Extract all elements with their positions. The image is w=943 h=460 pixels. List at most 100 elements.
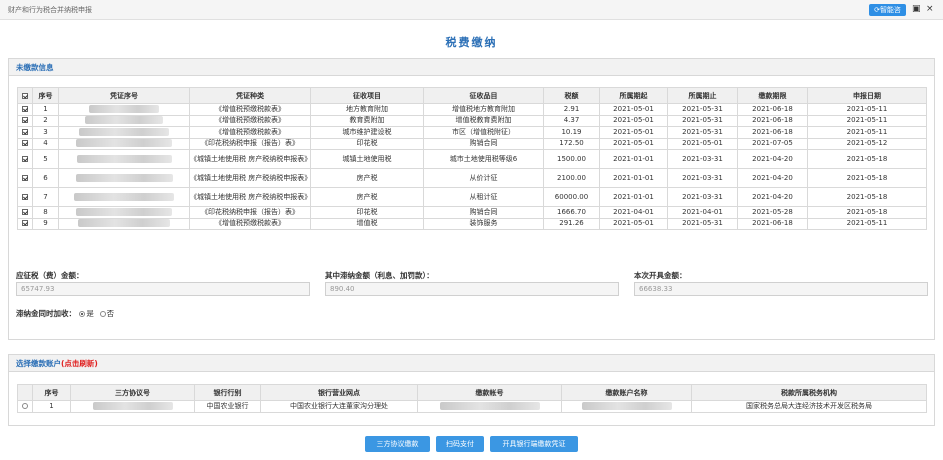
- cell-tax-item: 房产税: [310, 168, 424, 188]
- table-row[interactable]: 7 《城镇土地使用税 房产税纳税申报表》 房产税 从租计征 60000.00 2…: [17, 187, 927, 207]
- cell-tax-subitem: 增值税教育费附加: [423, 114, 544, 127]
- table-row[interactable]: 4 《印花税纳税申报（报告）表》 印花税 购销合同 172.50 2021-05…: [17, 137, 927, 150]
- cell-seq: 6: [32, 168, 59, 188]
- cell-bank: 中国农业银行: [194, 400, 261, 413]
- account-table: 序号 三方协议号 银行行别 银行营业网点 缴款帐号 缴款账户名称 税款所属税务机…: [17, 384, 927, 413]
- cell-voucher-type: 《增值税预缴税款表》: [189, 126, 311, 139]
- cell-period-end: 2021-05-31: [667, 114, 738, 127]
- cell-period-end: 2021-03-31: [667, 149, 738, 169]
- table-row[interactable]: 5 《城镇土地使用税 房产税纳税申报表》 城镇土地使用税 城市土地使用税等级6 …: [17, 149, 927, 169]
- late-fee-radio-group: 滞纳金同时加收： 是 否: [16, 308, 114, 319]
- row-checkbox-cell[interactable]: [17, 187, 33, 207]
- late-fee-no-label[interactable]: 否: [107, 309, 115, 318]
- unpaid-table: 序号 凭证序号 凭证种类 征收项目 征收品目 税额 所属期起 所属期止 缴款期限…: [17, 87, 927, 230]
- row-checkbox[interactable]: [22, 220, 28, 227]
- row-checkbox-cell[interactable]: [17, 217, 33, 230]
- late-fee-yes-label[interactable]: 是: [86, 309, 94, 318]
- cell-period-start: 2021-05-01: [599, 217, 668, 230]
- cell-tax-item: 房产税: [310, 187, 424, 207]
- col-bank: 银行行别: [194, 384, 261, 401]
- tripartite-pay-button[interactable]: 三方协议缴款: [365, 436, 430, 452]
- cell-tax-office: 国家税务总局大连经济技术开发区税务局: [691, 400, 927, 413]
- bank-voucher-button[interactable]: 开具银行端缴款凭证: [490, 436, 578, 452]
- row-checkbox[interactable]: [22, 128, 28, 135]
- cell-deadline: 2021-04-20: [737, 187, 808, 207]
- account-header[interactable]: 选择缴款账户(点击刷新): [9, 355, 934, 372]
- scan-pay-button[interactable]: 扫码支付: [436, 436, 484, 452]
- col-account-name: 缴款账户名称: [561, 384, 692, 401]
- redacted-voucher-no: [85, 116, 163, 125]
- smart-assistant-label: 智能咨: [879, 6, 901, 14]
- col-tax-subitem: 征收品目: [423, 87, 544, 104]
- cell-voucher-no: [58, 126, 190, 139]
- cell-deadline: 2021-06-18: [737, 103, 808, 116]
- cell-seq: 5: [32, 149, 59, 169]
- cell-voucher-no: [58, 217, 190, 230]
- cell-deadline: 2021-04-20: [737, 149, 808, 169]
- cell-deadline: 2021-05-28: [737, 206, 808, 219]
- cell-tax-amount: 2100.00: [543, 168, 600, 188]
- cell-account-name: [561, 400, 692, 413]
- row-checkbox[interactable]: [22, 155, 28, 162]
- table-row[interactable]: 1 《增值税预缴税款表》 地方教育附加 增值税地方教育附加 2.91 2021-…: [17, 103, 927, 116]
- account-row[interactable]: 1 中国农业银行 中国农业银行大连董家沟分理处 国家税务总局大连经济技术开发区税…: [17, 400, 927, 413]
- col-radio: [17, 384, 33, 401]
- cell-tax-item: 印花税: [310, 206, 424, 219]
- cell-period-end: 2021-05-01: [667, 137, 738, 150]
- cell-declare-date: 2021-05-18: [807, 187, 927, 207]
- row-checkbox-cell[interactable]: [17, 137, 33, 150]
- row-checkbox[interactable]: [22, 140, 28, 147]
- cell-seq: 2: [32, 114, 59, 127]
- col-tax-item: 征收项目: [310, 87, 424, 104]
- payable-amount-label: 应征税（费）金额：: [16, 271, 84, 280]
- cell-period-end: 2021-05-31: [667, 103, 738, 116]
- cell-voucher-no: [58, 114, 190, 127]
- payable-amount-field: 65747.93: [16, 282, 310, 296]
- cell-tax-subitem: 从价计征: [423, 168, 544, 188]
- row-checkbox[interactable]: [22, 117, 28, 124]
- row-checkbox-cell[interactable]: [17, 149, 33, 169]
- cell-tax-item: 增值税: [310, 217, 424, 230]
- invoice-amount-label: 本次开具金额：: [634, 271, 687, 280]
- cell-agreement-no: [70, 400, 195, 413]
- redacted-voucher-no: [89, 104, 159, 113]
- row-checkbox-cell[interactable]: [17, 114, 33, 127]
- cell-period-end: 2021-04-01: [667, 206, 738, 219]
- row-checkbox[interactable]: [22, 174, 28, 181]
- table-row[interactable]: 8 《印花税纳税申报（报告）表》 印花税 购销合同 1666.70 2021-0…: [17, 206, 927, 219]
- cell-tax-item: 城镇土地使用税: [310, 149, 424, 169]
- table-row[interactable]: 6 《城镇土地使用税 房产税纳税申报表》 房产税 从价计征 2100.00 20…: [17, 168, 927, 188]
- late-fee-no-radio[interactable]: [99, 311, 106, 317]
- row-checkbox[interactable]: [22, 193, 28, 200]
- row-checkbox-cell[interactable]: [17, 206, 33, 219]
- cell-period-start: 2021-05-01: [599, 137, 668, 150]
- col-declare-date: 申报日期: [807, 87, 927, 104]
- cell-tax-item: 印花税: [310, 137, 424, 150]
- late-fee-yes-radio[interactable]: [79, 311, 86, 317]
- refresh-link[interactable]: (点击刷新): [61, 359, 98, 368]
- row-checkbox[interactable]: [22, 208, 28, 215]
- cell-period-end: 2021-03-31: [667, 187, 738, 207]
- smart-assistant-button[interactable]: ⟳智能咨: [869, 4, 906, 16]
- cell-voucher-type: 《印花税纳税申报（报告）表》: [189, 137, 311, 150]
- cell-tax-subitem: 装饰服务: [423, 217, 544, 230]
- table-row[interactable]: 3 《增值税预缴税款表》 城市维护建设税 市区（增值税附征） 10.19 202…: [17, 126, 927, 139]
- row-checkbox-cell[interactable]: [17, 126, 33, 139]
- cell-tax-subitem: 购销合同: [423, 137, 544, 150]
- table-row[interactable]: 9 《增值税预缴税款表》 增值税 装饰服务 291.26 2021-05-01 …: [17, 217, 927, 230]
- account-radio[interactable]: [22, 402, 28, 409]
- row-checkbox[interactable]: [22, 105, 28, 112]
- col-account-no: 缴款帐号: [417, 384, 562, 401]
- cell-declare-date: 2021-05-18: [807, 168, 927, 188]
- account-radio-cell[interactable]: [17, 400, 33, 413]
- row-checkbox-cell[interactable]: [17, 168, 33, 188]
- select-all-checkbox[interactable]: [22, 92, 28, 99]
- cell-account-no: [417, 400, 562, 413]
- account-title: 选择缴款账户: [16, 359, 61, 368]
- close-icon[interactable]: ×: [926, 4, 934, 14]
- cell-declare-date: 2021-05-11: [807, 126, 927, 139]
- row-checkbox-cell[interactable]: [17, 103, 33, 116]
- select-all-header[interactable]: [17, 87, 33, 104]
- table-row[interactable]: 2 《增值税预缴税款表》 教育费附加 增值税教育费附加 4.37 2021-05…: [17, 114, 927, 127]
- window-icon[interactable]: ▣: [912, 4, 921, 14]
